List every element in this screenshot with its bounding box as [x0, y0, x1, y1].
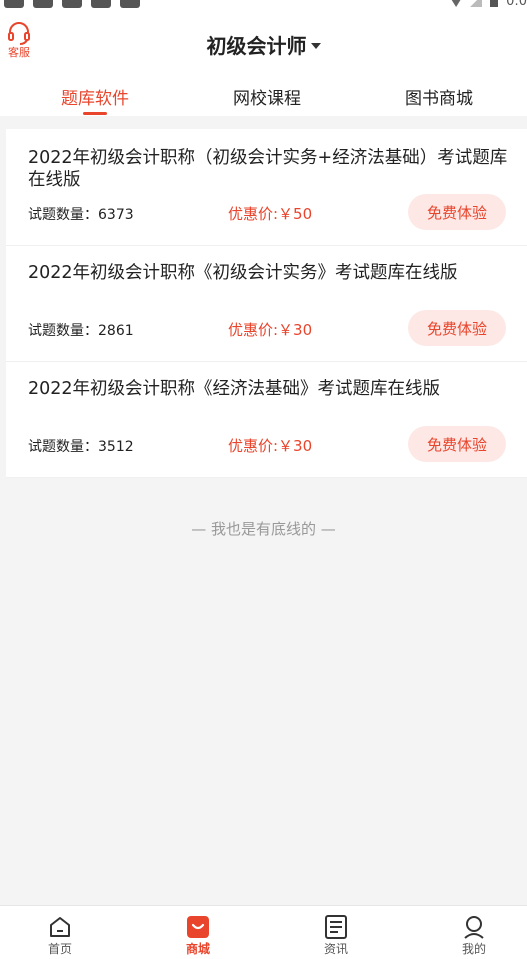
- notification-icon: [4, 0, 24, 8]
- notification-icon: [62, 0, 82, 8]
- product-list: 2022年初级会计职称（初级会计实务+经济法基础）考试题库在线版 试题数量：63…: [6, 129, 527, 478]
- wifi-icon: [450, 0, 463, 7]
- category-tabs: 题库软件 网校课程 图书商城: [0, 80, 527, 116]
- active-tab-indicator: [83, 112, 107, 115]
- bottom-nav: 首页 商城 资讯 我的: [0, 905, 527, 959]
- header: 客服 初级会计师 题库软件 网校课程 图书商城: [0, 12, 527, 116]
- product-price: 优惠价:￥50: [228, 205, 313, 223]
- news-icon: [325, 915, 347, 939]
- list-item[interactable]: 2022年初级会计职称《初级会计实务》考试题库在线版 试题数量：2861 优惠价…: [6, 246, 527, 362]
- nav-shop-label: 商城: [185, 942, 210, 956]
- question-count: 试题数量：3512: [28, 439, 134, 455]
- product-title: 2022年初级会计职称《经济法基础》考试题库在线版: [28, 379, 441, 399]
- home-icon: [50, 917, 70, 937]
- free-trial-button[interactable]: 免费体验: [408, 310, 506, 346]
- nav-shop[interactable]: 商城: [168, 914, 228, 956]
- exam-selector[interactable]: 初级会计师: [0, 30, 527, 59]
- product-price: 优惠价:￥30: [228, 437, 313, 455]
- nav-home[interactable]: 首页: [30, 914, 90, 956]
- free-trial-button[interactable]: 免费体验: [408, 426, 506, 462]
- caret-down-icon: [310, 42, 321, 49]
- battery-icon: [490, 0, 499, 7]
- question-count: 试题数量：6373: [28, 207, 134, 223]
- nav-news[interactable]: 资讯: [306, 914, 366, 956]
- nav-profile[interactable]: 我的: [444, 914, 504, 956]
- notification-icon: [120, 0, 140, 8]
- signal-icon: [470, 0, 483, 7]
- list-item[interactable]: 2022年初级会计职称（初级会计实务+经济法基础）考试题库在线版 试题数量：63…: [6, 129, 527, 246]
- notification-icon: [33, 0, 53, 8]
- free-trial-button[interactable]: 免费体验: [408, 194, 506, 230]
- list-item[interactable]: 2022年初级会计职称《经济法基础》考试题库在线版 试题数量：3512 优惠价:…: [6, 362, 527, 478]
- question-count: 试题数量：2861: [28, 323, 134, 339]
- end-of-list-note: — 我也是有底线的 —: [191, 520, 336, 538]
- tab-question-bank[interactable]: 题库软件: [61, 84, 129, 109]
- tab-book-store[interactable]: 图书商城: [405, 84, 473, 109]
- notification-icon: [91, 0, 111, 8]
- product-title: 2022年初级会计职称《初级会计实务》考试题库在线版: [28, 263, 458, 283]
- status-time: 0:0: [506, 0, 527, 9]
- product-title: 2022年初级会计职称（初级会计实务+经济法基础）考试题库在线版: [28, 148, 508, 190]
- product-price: 优惠价:￥30: [228, 321, 313, 339]
- status-bar: 0:0: [0, 0, 527, 12]
- nav-home-label: 首页: [47, 942, 72, 956]
- page-title: 初级会计师: [206, 34, 307, 58]
- nav-news-label: 资讯: [323, 942, 348, 956]
- profile-icon: [464, 916, 484, 939]
- tab-online-courses[interactable]: 网校课程: [233, 84, 301, 109]
- shop-bag-icon: [187, 916, 209, 938]
- nav-profile-label: 我的: [461, 942, 486, 956]
